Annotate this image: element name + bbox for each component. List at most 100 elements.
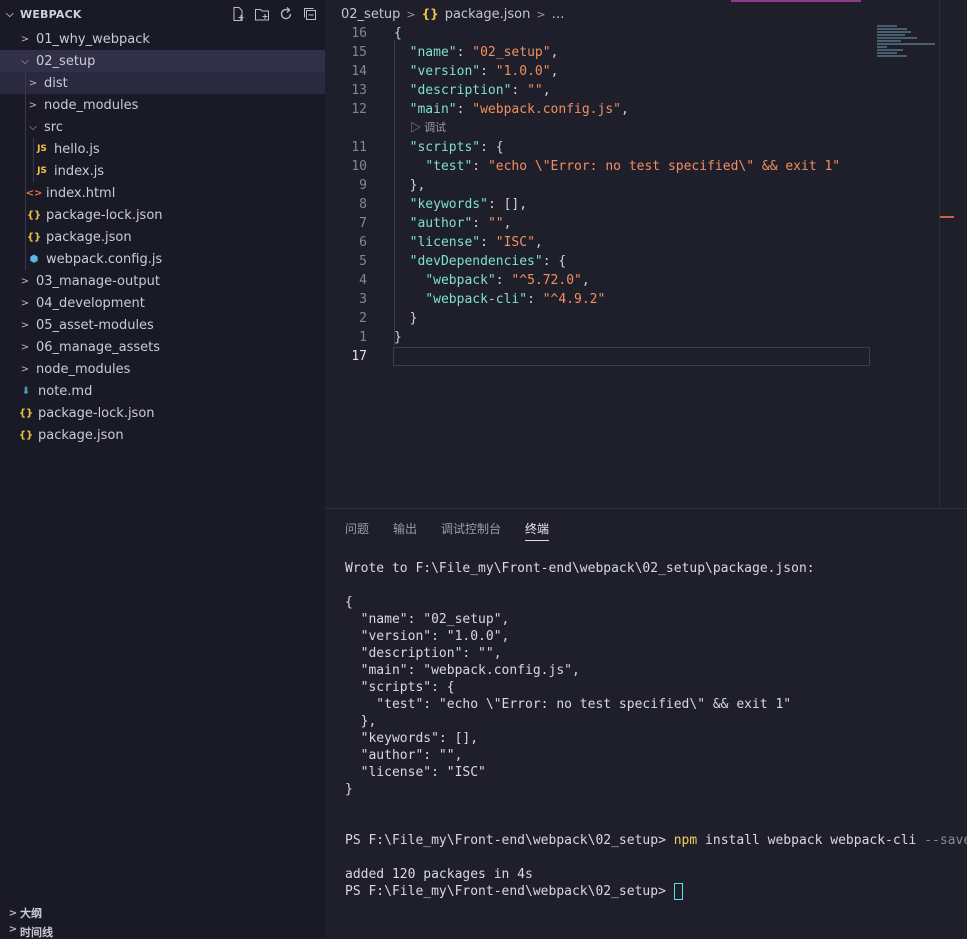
code-text: "name": "02_setup", xyxy=(409,45,559,60)
tree-item-04-development[interactable]: >04_development xyxy=(0,292,325,314)
terminal-input-line[interactable]: PS F:\File_my\Front-end\webpack\02_setup… xyxy=(345,883,967,900)
collapse-all-icon[interactable] xyxy=(301,5,319,23)
json-file-icon: {} xyxy=(26,231,42,243)
json-file-icon: {} xyxy=(421,7,439,21)
tree-item-webpack-config-js[interactable]: ⬢ webpack.config.js xyxy=(0,248,325,270)
line-number: 9 xyxy=(359,178,367,193)
terminal-command-args: install webpack webpack-cli xyxy=(697,833,925,848)
tree-item-dist[interactable]: > dist xyxy=(0,72,325,94)
outline-section[interactable]: > 大纲 xyxy=(0,902,325,924)
tree-item-node-modules[interactable]: > node_modules xyxy=(0,94,325,116)
codelens-label: 调试 xyxy=(424,122,447,134)
code-line: 11 "scripts": { xyxy=(325,138,870,157)
chevron-right-icon: > xyxy=(28,99,38,111)
tab-output[interactable]: 输出 xyxy=(393,520,417,537)
chevron-right-icon: > xyxy=(20,363,30,375)
markdown-file-icon: ⬇ xyxy=(21,385,31,397)
webpack-config-icon: ⬢ xyxy=(29,253,39,265)
code-text: "author": "", xyxy=(409,216,512,231)
tree-item-label: index.html xyxy=(46,185,116,201)
chevron-right-icon: > xyxy=(8,924,18,935)
terminal-line: "license": "ISC" xyxy=(345,765,486,780)
terminal-command-name: npm xyxy=(673,833,698,848)
new-file-icon[interactable] xyxy=(229,5,247,23)
chevron-right-icon: > xyxy=(20,33,30,45)
tree-item-label: 05_asset-modules xyxy=(36,317,154,333)
line-number: 7 xyxy=(359,216,367,231)
code-line: 12 "main": "webpack.config.js", xyxy=(325,100,870,119)
indent-guide xyxy=(25,226,26,248)
code-line: 17 xyxy=(325,347,870,366)
tree-item-01-why-webpack[interactable]: >01_why_webpack xyxy=(0,28,325,50)
editor-scrollbar[interactable] xyxy=(939,0,940,508)
outline-label: 大纲 xyxy=(20,907,42,920)
line-number: 13 xyxy=(351,83,367,98)
indent-guide xyxy=(25,204,26,226)
tree-item-05-asset-modules[interactable]: >05_asset-modules xyxy=(0,314,325,336)
tree-item-index-js[interactable]: JS index.js xyxy=(0,160,325,182)
indent-guide xyxy=(33,160,34,182)
tab-problems[interactable]: 问题 xyxy=(345,520,369,537)
code-line: 8 "keywords": [], xyxy=(325,195,870,214)
bottom-panel: 问题 输出 调试控制台 终端 Wrote to F:\File_my\Front… xyxy=(325,508,967,939)
code-text: "scripts": { xyxy=(409,140,504,155)
tab-debug-console[interactable]: 调试控制台 xyxy=(441,520,501,537)
breadcrumb-folder[interactable]: 02_setup xyxy=(341,7,400,22)
debug-codelens[interactable]: ▷ 调试 xyxy=(325,119,870,138)
chevron-down-icon: ⌵ xyxy=(29,121,37,133)
code-text: { xyxy=(394,26,402,41)
tree-item-label: dist xyxy=(44,75,68,91)
refresh-icon[interactable] xyxy=(277,5,295,23)
terminal-lines: Wrote to F:\File_my\Front-end\webpack\02… xyxy=(345,560,967,832)
indent-guide xyxy=(25,116,26,138)
chevron-right-icon: > xyxy=(28,77,38,89)
tree-item-package-json[interactable]: {} package.json xyxy=(0,226,325,248)
indent-guide xyxy=(33,138,34,160)
code-text: "keywords": [], xyxy=(409,197,528,212)
breadcrumb-more[interactable]: … xyxy=(552,7,565,22)
tree-item-label: node_modules xyxy=(44,97,139,113)
tree-item-src[interactable]: ⌵ src xyxy=(0,116,325,138)
code-editor[interactable]: 16{15 "name": "02_setup", 14 "version": "… xyxy=(325,24,870,366)
tree-item-package-lock-json[interactable]: {} package-lock.json xyxy=(0,204,325,226)
chevron-right-icon: > xyxy=(536,7,546,21)
explorer-title: WEBPACK xyxy=(20,7,82,21)
panel-tabs: 问题 输出 调试控制台 终端 xyxy=(325,509,967,547)
tree-item-node-modules[interactable]: > node_modules xyxy=(0,358,325,380)
tab-terminal[interactable]: 终端 xyxy=(525,520,550,541)
json-file-icon: {} xyxy=(26,209,42,221)
code-line: 1} xyxy=(325,328,870,347)
timeline-section[interactable]: > 时间线 xyxy=(0,924,325,938)
minimap[interactable] xyxy=(877,24,939,64)
code-text: "main": "webpack.config.js", xyxy=(409,102,629,117)
line-number: 16 xyxy=(351,26,367,41)
tree-item-package-lock-json[interactable]: {} package-lock.json xyxy=(0,402,325,424)
tree-item-06-manage-assets[interactable]: >06_manage_assets xyxy=(0,336,325,358)
tree-item-02-setup[interactable]: ⌵ 02_setup xyxy=(0,50,325,72)
tree-item-label: 04_development xyxy=(36,295,145,311)
tree-item-note-md[interactable]: ⬇ note.md xyxy=(0,380,325,402)
code-text: "description": "", xyxy=(409,83,551,98)
code-text: } xyxy=(394,311,418,326)
terminal-line: "keywords": [], xyxy=(345,731,479,746)
terminal-line: "main": "webpack.config.js", xyxy=(345,663,580,678)
code-line: 14 "version": "1.0.0", xyxy=(325,62,870,81)
terminal-prompt-2: PS F:\File_my\Front-end\webpack\02_setup… xyxy=(345,884,674,899)
tree-item-package-json[interactable]: {} package.json xyxy=(0,424,325,446)
terminal-output[interactable]: Wrote to F:\File_my\Front-end\webpack\02… xyxy=(345,560,967,900)
line-number: 3 xyxy=(359,292,367,307)
breadcrumb-file[interactable]: package.json xyxy=(445,7,531,22)
terminal-line: Wrote to F:\File_my\Front-end\webpack\02… xyxy=(345,561,815,576)
tree-item-label: src xyxy=(44,119,63,135)
tree-item-03-manage-output[interactable]: >03_manage-output xyxy=(0,270,325,292)
terminal-line: "version": "1.0.0", xyxy=(345,629,510,644)
new-folder-icon[interactable] xyxy=(253,5,271,23)
tree-item-index-html[interactable]: <> index.html xyxy=(0,182,325,204)
tree-item-hello-js[interactable]: JS hello.js xyxy=(0,138,325,160)
code-line: 10 "test": "echo \"Error: no test specif… xyxy=(325,157,870,176)
current-line-highlight xyxy=(393,347,870,366)
